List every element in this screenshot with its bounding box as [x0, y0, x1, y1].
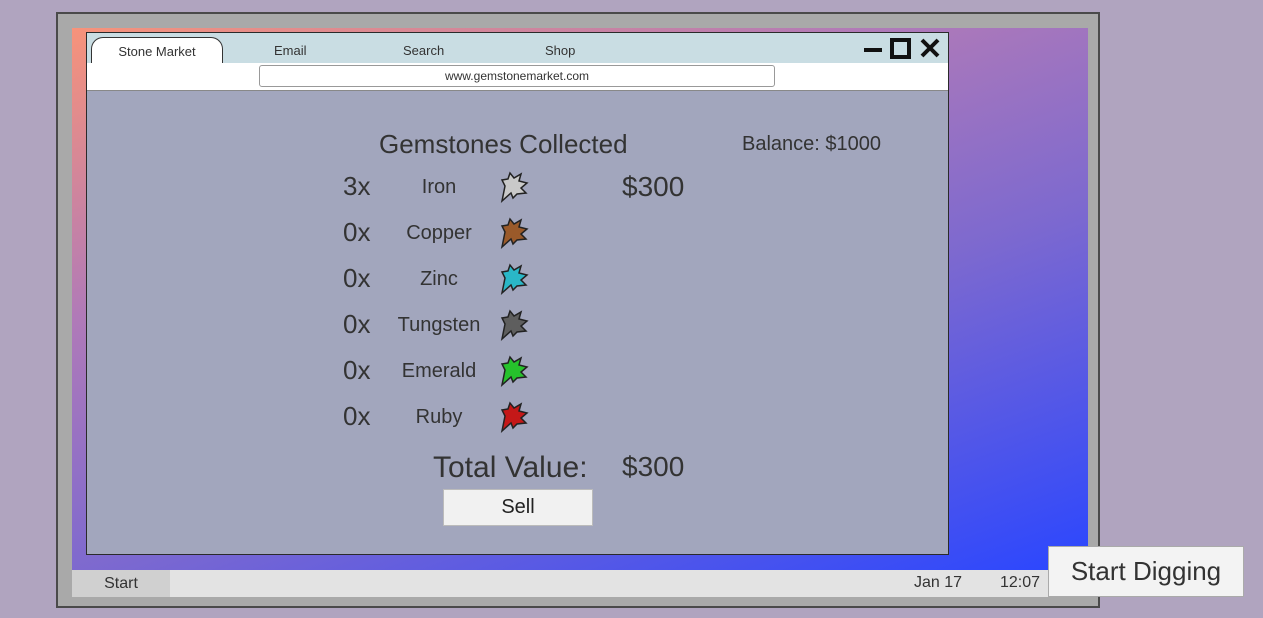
gem-name: Tungsten: [397, 314, 481, 336]
tab-stone-market[interactable]: Stone Market: [91, 37, 223, 64]
start-digging-button[interactable]: Start Digging: [1048, 546, 1244, 597]
taskbar-date: Jan 17: [914, 574, 963, 591]
page-title: Gemstones Collected: [379, 129, 628, 159]
iron-gem-icon: [500, 171, 529, 203]
gem-row-tungsten: 0x Tungsten: [87, 309, 948, 349]
gem-name: Emerald: [401, 360, 477, 382]
ruby-gem-icon: [500, 401, 529, 433]
balance-label: Balance: $1000: [742, 133, 882, 155]
gem-name: Iron: [421, 176, 457, 198]
tab-shop[interactable]: Shop: [545, 43, 575, 58]
gem-row-copper: 0x Copper: [87, 217, 948, 257]
market-content: Gemstones Collected Balance: $1000 3x Ir…: [87, 91, 948, 555]
tab-search[interactable]: Search: [403, 43, 444, 58]
taskbar-clock: 12:07: [1000, 574, 1041, 591]
gem-name: Zinc: [420, 268, 458, 290]
gem-quantity: 0x: [343, 401, 371, 431]
start-button[interactable]: Start: [72, 570, 170, 597]
close-icon[interactable]: [919, 36, 941, 60]
tab-email[interactable]: Email: [274, 43, 307, 58]
total-value-label: Total Value:: [433, 451, 588, 484]
gem-name: Ruby: [415, 406, 463, 428]
tab-bar: Stone Market Email Search Shop: [87, 33, 948, 64]
gem-quantity: 0x: [343, 355, 371, 385]
minimize-icon[interactable]: [863, 36, 883, 60]
copper-gem-icon: [500, 217, 529, 249]
sell-button[interactable]: Sell: [443, 489, 593, 526]
gem-quantity: 0x: [343, 309, 371, 339]
browser-window: Stone Market Email Search Shop www.gemst…: [86, 32, 949, 555]
gem-quantity: 0x: [343, 217, 371, 247]
gem-value: $300: [622, 171, 685, 202]
total-value-amount: $300: [622, 451, 685, 482]
gem-quantity: 0x: [343, 263, 371, 293]
emerald-gem-icon: [500, 355, 529, 387]
taskbar: Start Jan 17 12:07: [72, 570, 1088, 597]
gem-name: Copper: [406, 222, 472, 244]
tungsten-gem-icon: [500, 309, 529, 341]
gem-row-emerald: 0x Emerald: [87, 355, 948, 395]
url-bar[interactable]: www.gemstonemarket.com: [259, 65, 775, 87]
maximize-icon[interactable]: [890, 36, 912, 60]
address-row: www.gemstonemarket.com: [87, 63, 948, 91]
gem-row-zinc: 0x Zinc: [87, 263, 948, 303]
zinc-gem-icon: [500, 263, 529, 295]
gem-row-ruby: 0x Ruby: [87, 401, 948, 441]
gem-quantity: 3x: [343, 171, 371, 201]
gem-row-iron: 3x Iron $300: [87, 171, 948, 211]
